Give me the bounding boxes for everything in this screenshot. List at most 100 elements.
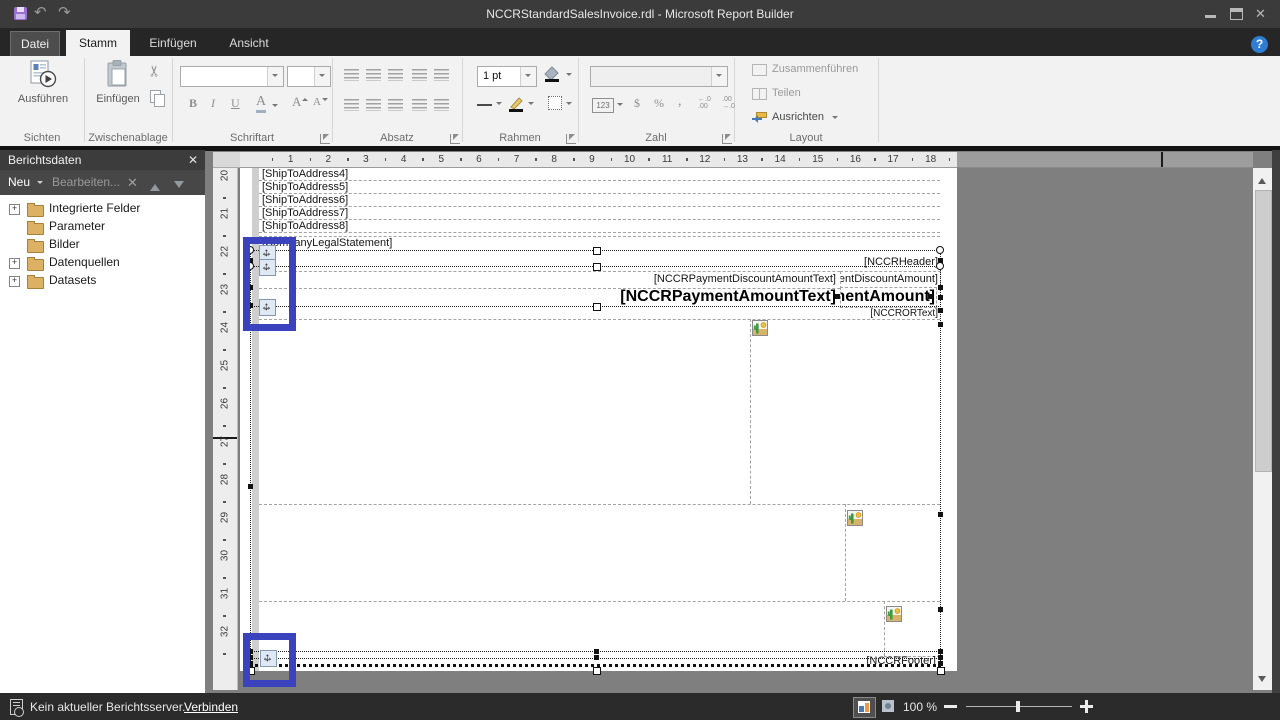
resize-handle[interactable]: [938, 661, 943, 666]
resize-handle[interactable]: [938, 322, 943, 327]
font-color-button[interactable]: A: [256, 94, 267, 113]
scrollbar-thumb[interactable]: [1255, 190, 1272, 472]
grow-font-button[interactable]: A: [292, 94, 301, 110]
copy-icon[interactable]: [150, 90, 165, 107]
resize-handle[interactable]: [248, 484, 253, 489]
numbering-icon[interactable]: [434, 99, 449, 111]
percent-button[interactable]: %: [654, 96, 664, 111]
zoom-out-button[interactable]: [944, 705, 957, 708]
borders-icon[interactable]: [548, 96, 562, 110]
font-size-combo[interactable]: [287, 66, 331, 87]
expand-icon[interactable]: +: [9, 258, 20, 269]
new-dropdown-arrow[interactable]: [37, 181, 43, 187]
textbox-shiptoaddress4[interactable]: [ShipToAddress4]: [262, 168, 348, 180]
resize-handle[interactable]: [938, 308, 943, 313]
align-right-icon[interactable]: [388, 99, 403, 111]
underline-button[interactable]: U: [231, 96, 240, 111]
image-placeholder-icon[interactable]: [847, 510, 863, 526]
close-button[interactable]: ✕: [1255, 6, 1266, 22]
scroll-up-arrow[interactable]: [1258, 174, 1266, 184]
resize-handle[interactable]: [594, 649, 599, 654]
resize-handle[interactable]: [938, 295, 943, 300]
font-color-dropdown[interactable]: [272, 104, 278, 110]
resize-handle[interactable]: [594, 655, 599, 660]
help-icon[interactable]: ?: [1251, 36, 1268, 53]
resize-handle[interactable]: [928, 294, 933, 299]
line-style-dropdown[interactable]: [496, 102, 502, 108]
resize-handle[interactable]: [938, 512, 943, 517]
image-placeholder-icon[interactable]: [752, 320, 768, 336]
currency-button[interactable]: $: [634, 96, 640, 111]
resize-handle[interactable]: [593, 667, 601, 675]
borders-dropdown[interactable]: [566, 102, 572, 108]
delete-icon[interactable]: ✕: [127, 170, 138, 195]
number-format-icon[interactable]: 123: [592, 98, 614, 113]
textbox-paymentdiscountamounttext[interactable]: [NCCRPaymentDiscountAmountText]: [500, 273, 836, 285]
resize-handle[interactable]: [938, 285, 943, 290]
cut-icon[interactable]: ✂: [145, 65, 163, 78]
resize-handle[interactable]: [593, 247, 601, 255]
edit-button[interactable]: Bearbeiten...: [52, 170, 120, 195]
resize-handle[interactable]: [938, 655, 943, 660]
textbox-shiptoaddress5[interactable]: [ShipToAddress5]: [262, 181, 348, 193]
resize-handle[interactable]: [593, 303, 601, 311]
textbox-shiptoaddress6[interactable]: [ShipToAddress6]: [262, 194, 348, 206]
number-dialog-launcher[interactable]: [722, 134, 732, 144]
line-color-icon[interactable]: [508, 96, 525, 113]
expand-icon[interactable]: +: [9, 276, 20, 287]
resize-handle[interactable]: [938, 258, 943, 263]
minimize-button[interactable]: [1205, 15, 1216, 18]
zoom-in-button[interactable]: [1080, 700, 1093, 713]
paragraph-dialog-launcher[interactable]: [450, 134, 460, 144]
tab-datei[interactable]: Datei: [10, 31, 60, 57]
zoom-slider-handle[interactable]: [1016, 701, 1020, 712]
fill-color-dropdown[interactable]: [566, 73, 572, 79]
line-style-icon[interactable]: [477, 104, 492, 106]
align-center-icon[interactable]: [366, 99, 381, 111]
tab-ansicht[interactable]: Ansicht: [216, 31, 282, 55]
textbox-nccrortext[interactable]: [NCCRORText]: [700, 308, 938, 319]
design-view-button[interactable]: [853, 697, 876, 718]
align-middle-icon[interactable]: [366, 69, 381, 81]
fill-color-icon[interactable]: [544, 66, 561, 83]
resize-handle[interactable]: [593, 263, 601, 271]
move-down-icon[interactable]: [174, 181, 184, 193]
move-up-icon[interactable]: [150, 179, 160, 191]
border-dialog-launcher[interactable]: [566, 134, 576, 144]
line-color-dropdown[interactable]: [528, 102, 534, 108]
expand-icon[interactable]: +: [9, 204, 20, 215]
resize-handle[interactable]: [938, 607, 943, 612]
thousands-button[interactable]: ,: [678, 94, 682, 110]
resize-handle[interactable]: [937, 667, 945, 675]
run-view-button[interactable]: [878, 697, 899, 716]
new-button[interactable]: Neu: [8, 170, 30, 195]
resize-handle[interactable]: [938, 649, 943, 654]
textbox-shiptoaddress7[interactable]: [ShipToAddress7]: [262, 207, 348, 219]
decrease-indent-icon[interactable]: [412, 69, 427, 81]
panel-close-icon[interactable]: ✕: [188, 150, 198, 170]
tab-stamm[interactable]: Stamm: [66, 30, 130, 56]
tab-einfuegen[interactable]: Einfügen: [138, 31, 208, 55]
italic-button[interactable]: I: [211, 96, 215, 111]
number-format-dropdown[interactable]: [617, 103, 623, 109]
shrink-font-button[interactable]: A: [313, 96, 321, 108]
bullets-icon[interactable]: [412, 99, 427, 111]
align-bottom-icon[interactable]: [388, 69, 403, 81]
border-width-combo[interactable]: 1 pt: [477, 66, 537, 87]
resize-handle[interactable]: [936, 262, 944, 270]
align-top-icon[interactable]: [344, 69, 359, 81]
increase-indent-icon[interactable]: [434, 69, 449, 81]
textbox-paymentamounttext[interactable]: [NCCRPaymentAmountText]: [430, 288, 836, 306]
image-placeholder-icon[interactable]: [886, 606, 902, 622]
decrease-decimal-icon[interactable]: .00 →.0: [722, 96, 735, 110]
resize-handle[interactable]: [835, 294, 840, 299]
font-name-combo[interactable]: [180, 66, 284, 87]
resize-handle[interactable]: [936, 246, 944, 254]
font-dialog-launcher[interactable]: [320, 134, 330, 144]
textbox-paymentamount[interactable]: [NCCRPaymentAmount]: [840, 287, 937, 308]
bold-button[interactable]: B: [189, 96, 197, 111]
textbox-shiptoaddress8[interactable]: [ShipToAddress8]: [262, 220, 348, 232]
number-format-combo[interactable]: [590, 66, 728, 87]
restore-button[interactable]: [1230, 8, 1243, 20]
increase-decimal-icon[interactable]: ←.0.00: [698, 96, 711, 110]
